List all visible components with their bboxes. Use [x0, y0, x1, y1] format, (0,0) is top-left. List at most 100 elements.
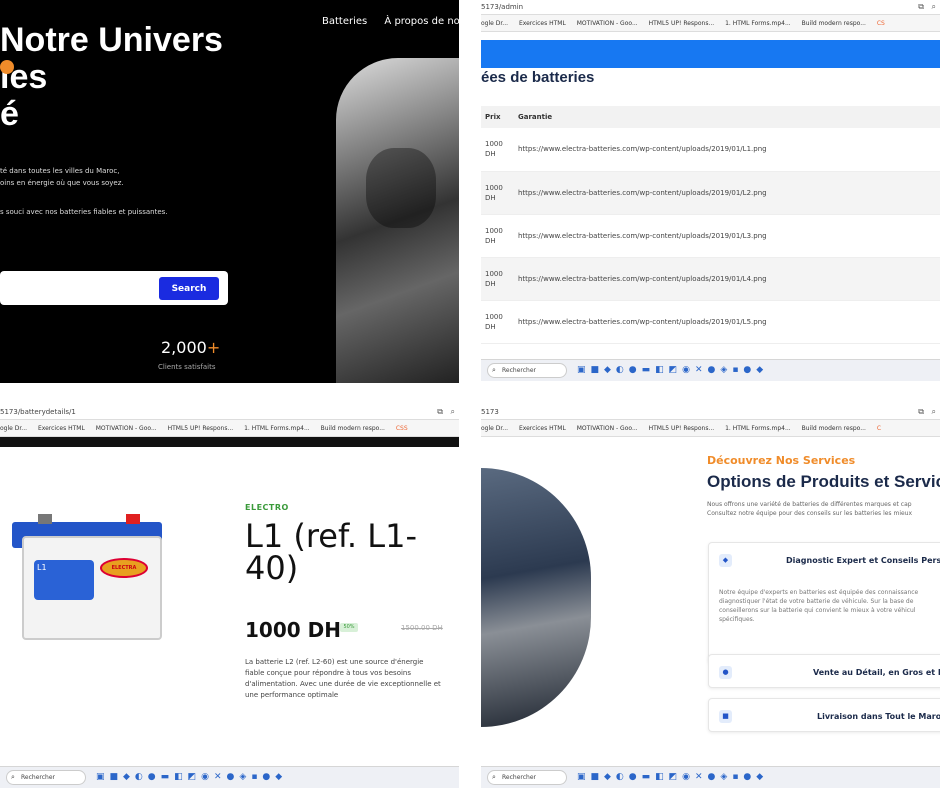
battery-image: L1 ELECTRA	[8, 512, 163, 642]
cell-prix: 1000 DH	[481, 171, 514, 215]
taskbar-search[interactable]: ⌕ Rechercher	[6, 770, 86, 785]
search-icon: ⌕	[11, 773, 15, 781]
service-card-title: Livraison dans Tout le Maroc	[817, 712, 940, 721]
bookmark[interactable]: ogle Dr...	[0, 425, 27, 432]
cell-prix: 1000 DH	[481, 257, 514, 301]
services-screenshot: 5173 ⧉ ⌕ ogle Dr... Exercices HTML MOTIV…	[481, 405, 940, 788]
search-icon: ⌕	[492, 366, 496, 374]
address-bar[interactable]: 5173 ⧉ ⌕	[481, 405, 940, 420]
mechanic-photo	[336, 58, 459, 383]
hero-title: Notre Univers ies é	[0, 22, 223, 133]
bookmark[interactable]: 1. HTML Forms.mp4...	[725, 20, 791, 27]
nav-link-about[interactable]: À propos de nou	[384, 16, 459, 27]
hero-title-line: ies	[0, 58, 48, 96]
bookmark[interactable]: Exercices HTML	[519, 20, 566, 27]
taskbar-search[interactable]: ⌕ Rechercher	[487, 363, 567, 378]
bookmark[interactable]: Build modern respo...	[321, 425, 385, 432]
service-card-description: Notre équipe d'experts en batteries est …	[719, 589, 919, 623]
site-header	[0, 437, 459, 447]
bookmark[interactable]: Exercices HTML	[38, 425, 85, 432]
bookmark[interactable]: MOTIVATION - Goo...	[577, 425, 638, 432]
truck-icon: ■	[719, 710, 732, 723]
service-card[interactable]: ◆ Diagnostic Expert et Conseils Person N…	[708, 542, 940, 664]
mechanic-photo	[481, 468, 591, 727]
bookmark[interactable]: MOTIVATION - Goo...	[577, 20, 638, 27]
translate-icon[interactable]: ⧉	[437, 407, 443, 417]
column-header-prix: Prix	[481, 106, 514, 128]
nav-link-batteries[interactable]: Batteries	[322, 16, 367, 27]
bookmark[interactable]: HTML5 UP! Respons...	[649, 20, 715, 27]
hero-title-line: é	[0, 95, 19, 133]
translate-icon[interactable]: ⧉	[918, 2, 924, 12]
cell-garantie: https://www.electra-batteries.com/wp-con…	[514, 300, 940, 344]
product-description: La batterie L2 (ref. L2-60) est une sour…	[245, 658, 441, 699]
zoom-icon[interactable]: ⌕	[932, 2, 936, 12]
bookmark[interactable]: ogle Dr...	[481, 20, 508, 27]
table-row: 1000 DH https://www.electra-batteries.com…	[481, 257, 940, 301]
bookmark[interactable]: HTML5 UP! Respons...	[649, 425, 715, 432]
taskbar-app-icons[interactable]: ▣■◆◐●▬◧◩◉✕●◈▪●◆	[577, 365, 768, 375]
page-title: ées de batteries	[481, 69, 595, 86]
bookmark[interactable]: 1. HTML Forms.mp4...	[725, 425, 791, 432]
batteries-table: Prix Garantie 1000 DH https://www.electra…	[481, 106, 940, 344]
discount-badge: 50%	[340, 623, 358, 632]
cell-prix: 1000 DH	[481, 128, 514, 172]
store-icon: ●	[719, 666, 732, 679]
battery-model-label: L1	[34, 560, 94, 600]
url-text: 5173	[481, 408, 499, 416]
stat-label: Clients satisfaits	[158, 363, 216, 371]
url-text: 5173/batterydetails/1	[0, 408, 76, 416]
zoom-icon[interactable]: ⌕	[451, 407, 455, 417]
product-title: L1 (ref. L1-40)	[245, 517, 417, 587]
bookmark[interactable]: C	[877, 425, 881, 432]
admin-screenshot: 5173/admin ⧉ ⌕ ogle Dr... Exercices HTML…	[481, 0, 940, 383]
bookmark[interactable]: HTML5 UP! Respons...	[168, 425, 234, 432]
accent-dot	[0, 60, 14, 74]
service-card[interactable]: ■ Livraison dans Tout le Maroc	[708, 698, 940, 732]
section-intro: Nous offrons une variété de batteries de…	[707, 501, 913, 517]
service-card[interactable]: ● Vente au Détail, en Gros et Plu	[708, 654, 940, 688]
old-price: 1500.00 DH	[401, 624, 443, 632]
url-text: 5173/admin	[481, 3, 524, 11]
table-row: 1000 DH https://www.electra-batteries.com…	[481, 171, 940, 215]
bookmarks-bar: ogle Dr... Exercices HTML MOTIVATION - G…	[481, 420, 940, 437]
shield-icon: ◆	[719, 554, 732, 567]
cell-garantie: https://www.electra-batteries.com/wp-con…	[514, 214, 940, 258]
stat-plus: +	[206, 338, 221, 357]
bookmark[interactable]: Exercices HTML	[519, 425, 566, 432]
brand-label: ELECTRO	[245, 503, 289, 512]
hero-subtitle-line: oins en énergie où que vous soyez.	[0, 179, 124, 187]
translate-icon[interactable]: ⧉	[918, 407, 924, 417]
battery-logo: ELECTRA	[100, 558, 148, 578]
cell-garantie: https://www.electra-batteries.com/wp-con…	[514, 257, 940, 301]
bookmark[interactable]: CSS	[396, 425, 408, 432]
bookmark[interactable]: ogle Dr...	[481, 425, 508, 432]
address-bar[interactable]: 5173/batterydetails/1 ⧉ ⌕	[0, 405, 459, 420]
section-title: Options de Produits et Service	[707, 472, 940, 491]
hero-title-line: Notre Univers	[0, 21, 223, 59]
taskbar-search[interactable]: ⌕ Rechercher	[487, 770, 567, 785]
cell-garantie: https://www.electra-batteries.com/wp-con…	[514, 171, 940, 215]
cell-prix: 1000 DH	[481, 300, 514, 344]
bookmarks-bar: ogle Dr... Exercices HTML MOTIVATION - G…	[481, 15, 940, 32]
bookmark[interactable]: Build modern respo...	[802, 425, 866, 432]
address-bar[interactable]: 5173/admin ⧉ ⌕	[481, 0, 940, 15]
taskbar: ⌕ Rechercher ▣■◆◐●▬◧◩◉✕●◈▪●◆	[481, 766, 940, 788]
table-row: 1000 DH https://www.electra-batteries.com…	[481, 300, 940, 344]
bookmark[interactable]: 1. HTML Forms.mp4...	[244, 425, 310, 432]
search-button[interactable]: Search	[159, 277, 219, 300]
battery-details-screenshot: 5173/batterydetails/1 ⧉ ⌕ ogle Dr... Exe…	[0, 405, 459, 788]
hero-subtitle-line: s souci avec nos batteries fiables et pu…	[0, 208, 168, 216]
search-icon: ⌕	[492, 773, 496, 781]
bookmark[interactable]: MOTIVATION - Goo...	[96, 425, 157, 432]
zoom-icon[interactable]: ⌕	[932, 407, 936, 417]
table-row: 1000 DH https://www.electra-batteries.com…	[481, 128, 940, 172]
bookmark[interactable]: CS	[877, 20, 885, 27]
column-header-garantie: Garantie	[514, 106, 940, 128]
hero-screenshot: Batteries À propos de nou Notre Univers …	[0, 0, 459, 383]
cell-garantie: https://www.electra-batteries.com/wp-con…	[514, 128, 940, 172]
service-card-title: Diagnostic Expert et Conseils Person	[786, 556, 940, 565]
taskbar-app-icons[interactable]: ▣■◆◐●▬◧◩◉✕●◈▪●◆	[577, 772, 768, 782]
bookmark[interactable]: Build modern respo...	[802, 20, 866, 27]
taskbar-app-icons[interactable]: ▣■◆◐●▬◧◩◉✕●◈▪●◆	[96, 772, 287, 782]
